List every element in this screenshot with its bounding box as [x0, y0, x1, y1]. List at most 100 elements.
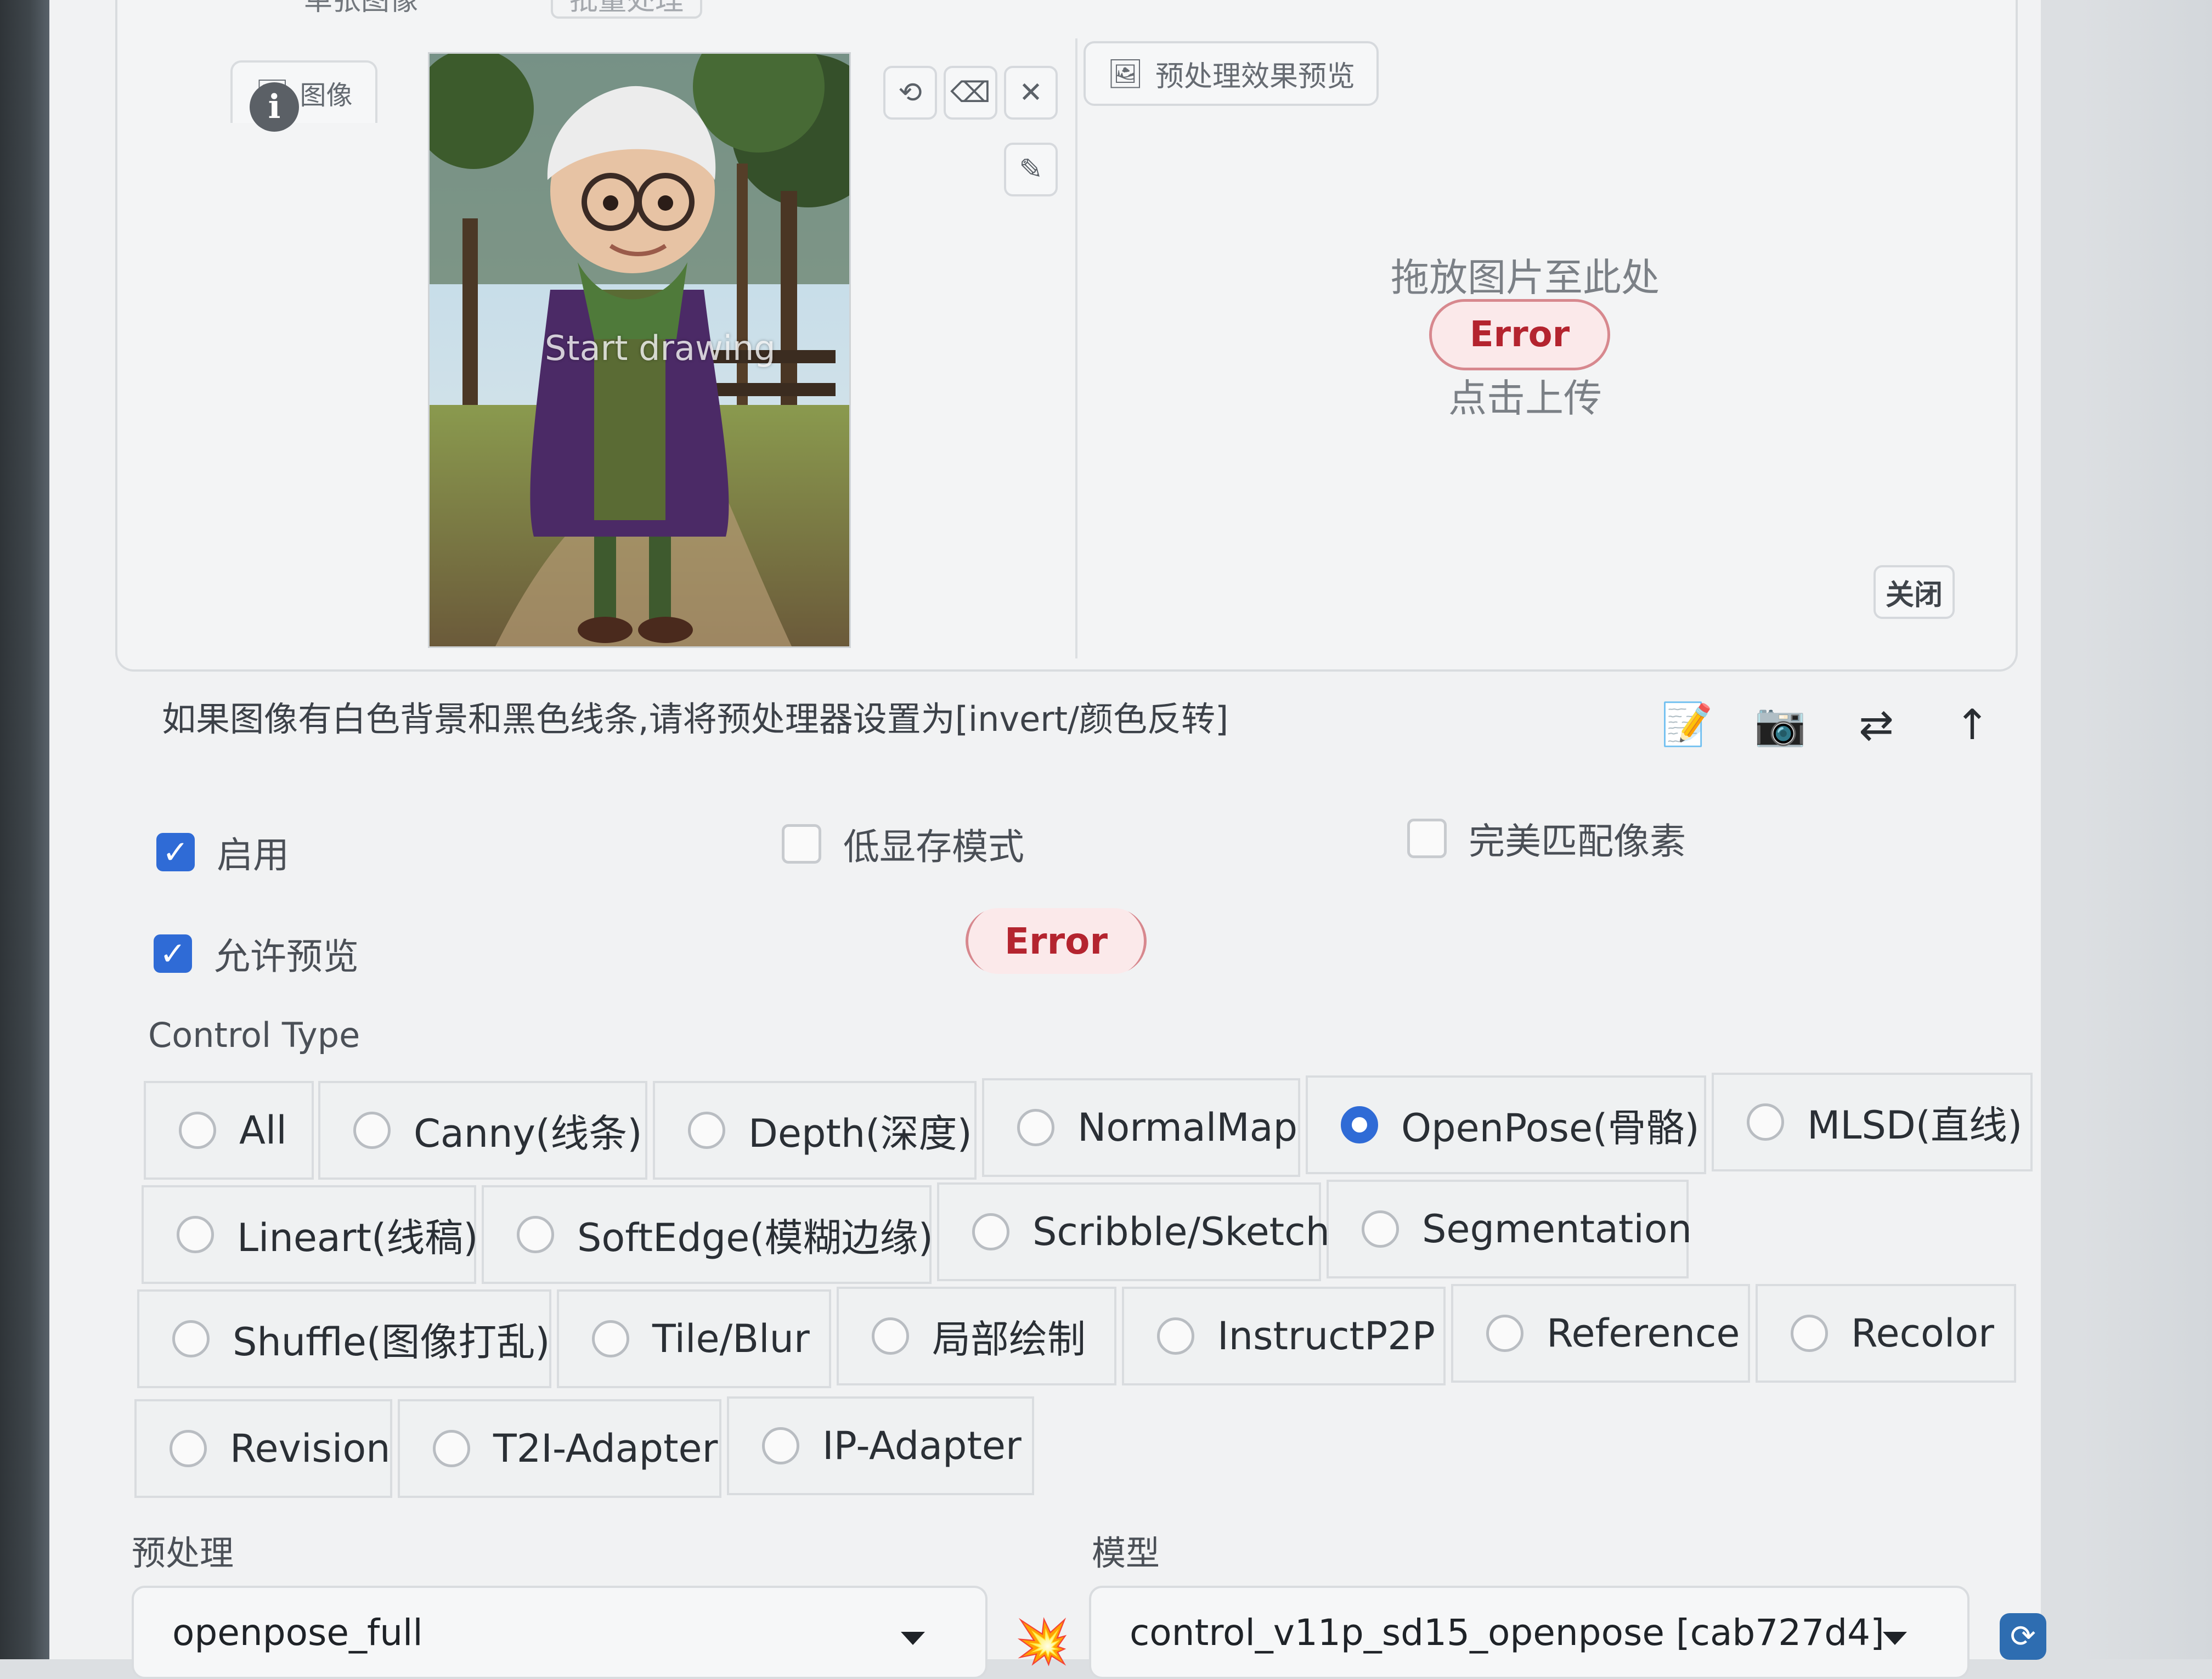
- radio-label: 局部绘制: [932, 1316, 1086, 1362]
- radio-depth[interactable]: Depth(深度): [653, 1081, 977, 1180]
- radio-icon: [1791, 1315, 1828, 1352]
- preview-tab[interactable]: 🖼 预处理效果预览: [1084, 41, 1379, 106]
- radio-label: Segmentation: [1422, 1207, 1692, 1252]
- radio-openpose[interactable]: OpenPose(骨骼): [1306, 1075, 1706, 1174]
- radio-scribble[interactable]: Scribble/Sketch: [937, 1182, 1330, 1281]
- input-image-canvas[interactable]: Start drawing: [428, 52, 851, 648]
- radio-label: Canny(线条): [414, 1111, 642, 1156]
- radio-label: Lineart(线稿): [237, 1215, 478, 1260]
- radio-label: InstructP2P: [1217, 1314, 1435, 1359]
- image-subtab-label: 图像: [300, 80, 353, 111]
- close-preview-button[interactable]: 关闭: [1874, 565, 1955, 619]
- radio-selected-icon: [1341, 1106, 1378, 1143]
- preview-error-badge: Error: [1429, 299, 1610, 370]
- radio-label: Depth(深度): [748, 1111, 972, 1156]
- radio-icon: [177, 1216, 214, 1253]
- send-up-icon[interactable]: ↑: [1931, 691, 2013, 757]
- radio-recolor[interactable]: Recolor: [1756, 1284, 2016, 1383]
- radio-label: Scribble/Sketch: [1032, 1209, 1330, 1254]
- tab-batch[interactable]: 批量处理: [551, 0, 703, 19]
- undo-icon[interactable]: ⟲: [883, 66, 937, 120]
- checkbox-checked-icon: ✓: [154, 934, 192, 973]
- camera-icon[interactable]: 📷: [1739, 691, 1821, 757]
- radio-label: IP-Adapter: [822, 1423, 1022, 1468]
- preprocessor-label: 预处理: [132, 1533, 234, 1573]
- radio-label: MLSD(直线): [1807, 1102, 2023, 1148]
- radio-label: Shuffle(图像打乱): [233, 1319, 550, 1365]
- screen-bezel: [0, 0, 49, 1659]
- radio-icon: [872, 1317, 909, 1355]
- drop-image-text[interactable]: 拖放图片至此处: [1361, 247, 1690, 302]
- pixel-perfect-checkbox[interactable]: 完美匹配像素: [1407, 812, 1686, 865]
- radio-icon: [688, 1112, 725, 1149]
- refresh-models-icon[interactable]: ⟳: [2000, 1613, 2046, 1660]
- preview-tab-label: 预处理效果预览: [1155, 60, 1356, 93]
- radio-normalmap[interactable]: NormalMap: [982, 1078, 1300, 1177]
- radio-icon: [1486, 1315, 1523, 1352]
- enable-checkbox[interactable]: ✓ 启用: [156, 826, 289, 878]
- model-select[interactable]: control_v11p_sd15_openpose [cab727d4]: [1089, 1586, 1970, 1679]
- radio-shuffle[interactable]: Shuffle(图像打乱): [137, 1289, 551, 1388]
- enable-label: 启用: [217, 834, 289, 876]
- tab-single-image[interactable]: 单张图像: [304, 0, 418, 17]
- radio-label: T2I-Adapter: [493, 1426, 718, 1471]
- radio-label: OpenPose(骨骼): [1401, 1105, 1700, 1151]
- preview-error-indicator: Error: [966, 908, 1147, 974]
- eraser-icon[interactable]: ⌫: [944, 66, 997, 120]
- radio-icon: [179, 1112, 216, 1149]
- swap-icon[interactable]: ⇄: [1835, 691, 1917, 757]
- radio-label: NormalMap: [1077, 1105, 1297, 1150]
- run-preprocessor-icon[interactable]: 💥: [1015, 1616, 1070, 1667]
- pixel-perfect-label: 完美匹配像素: [1469, 820, 1686, 863]
- radio-all[interactable]: All: [144, 1081, 314, 1180]
- checkbox-unchecked-icon: [782, 824, 821, 864]
- radio-softedge[interactable]: SoftEdge(模糊边缘): [482, 1185, 933, 1284]
- control-type-label: Control Type: [148, 1015, 360, 1055]
- chevron-down-icon: [901, 1632, 925, 1645]
- radio-tile-blur[interactable]: Tile/Blur: [557, 1289, 831, 1388]
- model-value: control_v11p_sd15_openpose [cab727d4]: [1130, 1611, 1884, 1654]
- radio-label: Revision: [230, 1426, 391, 1471]
- radio-label: All: [239, 1108, 287, 1153]
- radio-instructp2p[interactable]: InstructP2P: [1122, 1287, 1446, 1385]
- radio-label: Recolor: [1851, 1311, 1994, 1356]
- chevron-down-icon: [1883, 1632, 1907, 1645]
- radio-ip-adapter[interactable]: IP-Adapter: [727, 1396, 1034, 1495]
- allow-preview-checkbox[interactable]: ✓ 允许预览: [154, 927, 359, 980]
- edit-icon[interactable]: 📝: [1646, 691, 1728, 757]
- click-upload-text[interactable]: 点击上传: [1361, 368, 1690, 423]
- image-icon: 🖼: [1107, 57, 1143, 91]
- radio-icon: [1747, 1103, 1784, 1141]
- radio-icon: [762, 1427, 799, 1464]
- radio-lineart[interactable]: Lineart(线稿): [142, 1185, 478, 1284]
- checkbox-checked-icon: ✓: [156, 833, 195, 871]
- close-icon[interactable]: ✕: [1004, 66, 1058, 120]
- low-vram-label: 低显存模式: [843, 826, 1024, 868]
- radio-icon: [1017, 1109, 1054, 1146]
- radio-icon: [1362, 1210, 1399, 1248]
- radio-mlsd[interactable]: MLSD(直线): [1712, 1073, 2033, 1171]
- preprocessor-select[interactable]: openpose_full: [132, 1586, 988, 1679]
- preprocessor-value: openpose_full: [172, 1611, 423, 1654]
- radio-label: SoftEdge(模糊边缘): [577, 1215, 933, 1260]
- radio-canny[interactable]: Canny(线条): [318, 1081, 647, 1180]
- brush-icon[interactable]: ✎: [1004, 143, 1058, 196]
- radio-icon: [170, 1430, 207, 1467]
- right-edge-shade: [2080, 0, 2212, 1659]
- radio-icon: [353, 1112, 391, 1149]
- radio-inpaint[interactable]: 局部绘制: [837, 1287, 1116, 1385]
- checkbox-unchecked-icon: [1407, 819, 1447, 858]
- radio-t2i-adapter[interactable]: T2I-Adapter: [398, 1399, 721, 1498]
- radio-label: Tile/Blur: [652, 1316, 810, 1361]
- radio-icon: [433, 1430, 470, 1467]
- radio-revision[interactable]: Revision: [134, 1399, 392, 1498]
- invert-hint-text: 如果图像有白色背景和黑色线条,请将预处理器设置为[invert/颜色反转]: [162, 699, 1229, 739]
- low-vram-checkbox[interactable]: 低显存模式: [782, 818, 1024, 870]
- radio-segmentation[interactable]: Segmentation: [1327, 1180, 1692, 1278]
- radio-reference[interactable]: Reference: [1451, 1284, 1750, 1383]
- start-drawing-hint: Start drawing: [545, 328, 776, 368]
- radio-icon: [172, 1320, 210, 1357]
- radio-icon: [517, 1216, 554, 1253]
- radio-icon: [972, 1213, 1009, 1250]
- info-icon[interactable]: i: [250, 82, 299, 132]
